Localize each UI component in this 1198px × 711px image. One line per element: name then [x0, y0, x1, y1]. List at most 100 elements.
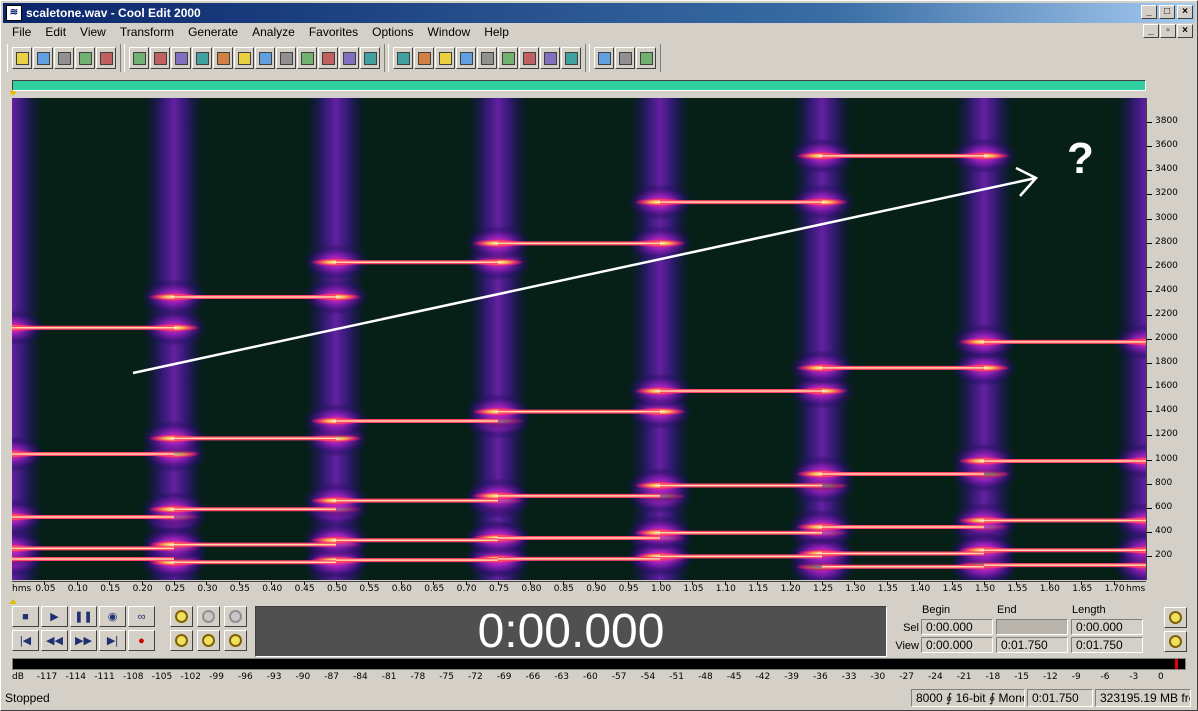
menu-window[interactable]: Window [421, 23, 478, 41]
fast-forward-icon: ▶▶ [75, 635, 92, 647]
menu-file[interactable]: File [5, 23, 38, 41]
x-tick-label: 1.70 [1104, 584, 1125, 594]
spectral-display[interactable]: ? [12, 98, 1146, 580]
close-button[interactable]: × [1177, 5, 1193, 19]
open-button[interactable] [33, 47, 53, 69]
play-button[interactable]: ▶ [41, 606, 68, 627]
y-tick [1147, 339, 1152, 340]
grid1-button[interactable] [435, 47, 455, 69]
meter-scale-label: -66 [525, 672, 541, 682]
menu-help[interactable]: Help [477, 23, 516, 41]
loop-play-button[interactable]: ∞ [128, 606, 155, 627]
mdi-close-button[interactable]: × [1177, 24, 1193, 38]
rewind-button[interactable]: ◀◀ [41, 630, 68, 651]
pause-button[interactable]: ❚❚ [70, 606, 97, 627]
cd-button[interactable] [318, 47, 338, 69]
menu-analyze[interactable]: Analyze [245, 23, 302, 41]
zoom-right-button[interactable] [224, 630, 247, 651]
x-tick-label: 1.60 [1039, 584, 1060, 594]
help-button[interactable] [636, 47, 656, 69]
paste-button[interactable] [255, 47, 275, 69]
zoom-in-vertical-button[interactable] [1164, 607, 1187, 628]
loop-button[interactable] [360, 47, 380, 69]
meter-scale-label: -21 [956, 672, 972, 682]
start-marker-top-icon[interactable] [9, 91, 17, 96]
f-icon [597, 51, 611, 65]
menu-favorites[interactable]: Favorites [302, 23, 365, 41]
view-length-field[interactable]: 0:01.750 [1071, 637, 1143, 653]
f-button[interactable] [594, 47, 614, 69]
mdi-restore-button[interactable]: ▫ [1160, 24, 1176, 38]
play-to-end-button[interactable]: ◉ [99, 606, 126, 627]
edit-button[interactable] [615, 47, 635, 69]
trim-button[interactable] [276, 47, 296, 69]
mdi-minimize-button[interactable]: _ [1143, 24, 1159, 38]
toolbar-group-1 [7, 44, 121, 72]
close-file-button[interactable] [96, 47, 116, 69]
play-list-button[interactable] [339, 47, 359, 69]
zoom-selection-button[interactable] [170, 630, 193, 651]
menu-generate[interactable]: Generate [181, 23, 245, 41]
go-end-button[interactable]: ▶| [99, 630, 126, 651]
start-marker-bottom-icon[interactable] [9, 599, 17, 604]
y-tick-label: 400 [1155, 525, 1173, 536]
spectral-view-button[interactable] [393, 47, 413, 69]
grid3-button[interactable] [477, 47, 497, 69]
menu-options[interactable]: Options [365, 23, 420, 41]
sel-length-field[interactable]: 0:00.000 [1071, 619, 1143, 635]
annotation-question-mark: ? [1067, 134, 1094, 183]
marker-button[interactable] [297, 47, 317, 69]
x-tick-label: 1.00 [651, 584, 672, 594]
undo-button[interactable] [129, 47, 149, 69]
record-button[interactable]: ● [128, 630, 155, 651]
menu-transform[interactable]: Transform [113, 23, 181, 41]
y-tick [1147, 122, 1152, 124]
grid4-button[interactable] [498, 47, 518, 69]
grid2-button[interactable] [456, 47, 476, 69]
copy-new-button[interactable] [192, 47, 212, 69]
x-tick-label: 1.55 [1007, 584, 1028, 594]
title-bar[interactable]: ≋ scaletone.wav - Cool Edit 2000 _ □ × [3, 3, 1195, 23]
zoom-in-horizontal-button[interactable] [170, 606, 193, 627]
repeat-button[interactable] [150, 47, 170, 69]
cd-player-button[interactable] [561, 47, 581, 69]
minimize-button[interactable]: _ [1141, 5, 1157, 19]
cut-button[interactable] [234, 47, 254, 69]
play-icon: ▶ [50, 611, 59, 623]
zoom-full-button[interactable] [224, 606, 247, 627]
zoom-out-vertical-button[interactable] [1164, 631, 1187, 652]
sel-end-field[interactable] [996, 619, 1068, 635]
menu-view[interactable]: View [73, 23, 113, 41]
y-tick-label: 600 [1155, 501, 1173, 512]
fast-forward-button[interactable]: ▶▶ [70, 630, 97, 651]
stop-button[interactable]: ■ [12, 606, 39, 627]
sel-begin-field[interactable]: 0:00.000 [921, 619, 993, 635]
menu-edit[interactable]: Edit [38, 23, 73, 41]
app-icon[interactable]: ≋ [6, 5, 22, 21]
x-tick-label: 0.30 [197, 584, 218, 594]
time-ruler[interactable]: hms 0.05 0.10 0.15 0.20 0.25 0.30 0.35 0.40 0.45 0… [12, 581, 1146, 598]
undo-icon [132, 51, 146, 65]
overview-range-bar[interactable] [12, 80, 1146, 91]
meter-scale-label: -12 [1043, 672, 1058, 682]
new-button[interactable] [12, 47, 32, 69]
go-start-button[interactable]: |◀ [12, 630, 39, 651]
x-tick-label: 0.85 [553, 584, 574, 594]
save-all-button[interactable] [75, 47, 95, 69]
p-button[interactable] [540, 47, 560, 69]
spectrogram-canvas[interactable]: ? [12, 98, 1146, 580]
status-format[interactable]: 8000 ∮ 16-bit ∮ Mono [911, 689, 1025, 707]
status-bar: Stopped 8000 ∮ 16-bit ∮ Mono 0:01.750 32… [3, 689, 1195, 708]
save-button[interactable] [54, 47, 74, 69]
checkbox-button[interactable] [414, 47, 434, 69]
x-tick-label: 0.95 [618, 584, 639, 594]
view-end-field[interactable]: 0:01.750 [996, 637, 1068, 653]
view-begin-field[interactable]: 0:00.000 [921, 637, 993, 653]
q-button[interactable] [519, 47, 539, 69]
zoom-out-horizontal-button[interactable] [197, 606, 220, 627]
maximize-button[interactable]: □ [1159, 5, 1175, 19]
mix-paste-button[interactable] [171, 47, 191, 69]
zoom-left-button[interactable] [197, 630, 220, 651]
frequency-ruler[interactable]: 3800 3600 3400 3200 3000 2800 2600 2400 2200 2000… [1146, 98, 1188, 580]
copy-button[interactable] [213, 47, 233, 69]
